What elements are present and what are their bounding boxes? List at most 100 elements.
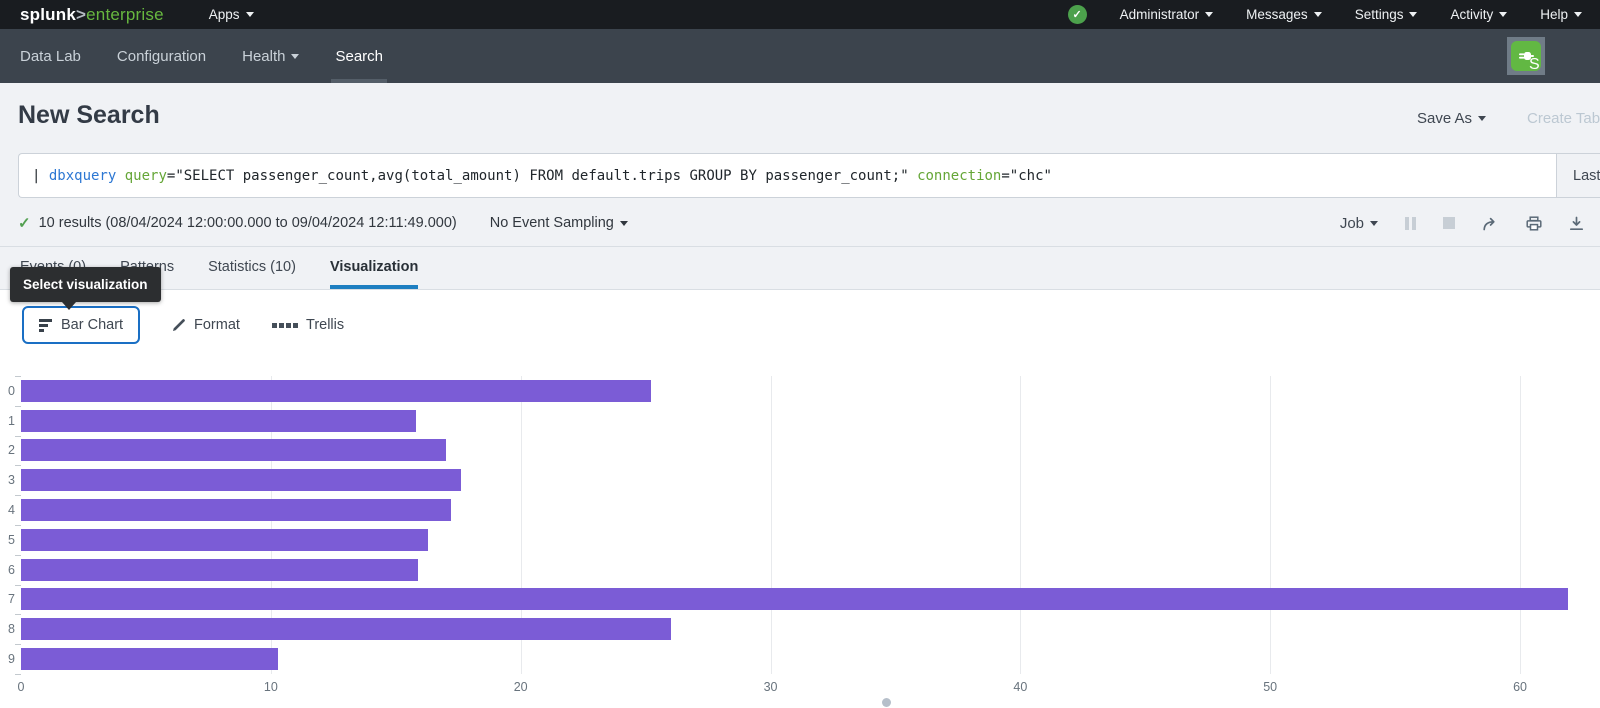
topbar-menu-settings[interactable]: Settings (1355, 7, 1418, 22)
y-axis-category-label: 3 (0, 473, 15, 487)
query-token-command: dbxquery (49, 168, 116, 184)
bar-chart-icon (39, 319, 52, 332)
share-icon[interactable] (1482, 216, 1499, 231)
format-label: Format (194, 317, 240, 333)
y-axis-category-label: 8 (0, 622, 15, 636)
x-axis-tick-label: 0 (18, 680, 25, 694)
topbar-menu-administrator[interactable]: Administrator (1120, 7, 1214, 22)
logo-enterprise-text: enterprise (86, 5, 164, 24)
menu-label: Messages (1246, 7, 1308, 22)
logo-gt: > (76, 5, 86, 24)
results-bar: ✓ 10 results (08/04/2024 12:00:00.000 to… (0, 200, 1600, 247)
chevron-down-icon (1314, 12, 1322, 17)
topbar-menu-help[interactable]: Help (1540, 7, 1582, 22)
chart-type-label: Bar Chart (61, 317, 123, 333)
bar[interactable] (21, 588, 1568, 610)
x-axis-tick-label: 60 (1513, 680, 1527, 694)
download-icon[interactable] (1569, 216, 1584, 231)
menu-label: Activity (1450, 7, 1493, 22)
stop-icon[interactable] (1443, 217, 1455, 229)
nav-item-label: Data Lab (20, 48, 81, 65)
nav-item-search[interactable]: Search (335, 29, 383, 83)
event-sampling-menu[interactable]: No Event Sampling (490, 215, 628, 231)
page-title: New Search (18, 101, 160, 130)
check-circle-icon: ✓ (1068, 5, 1087, 24)
trellis-grid-icon (272, 323, 298, 328)
bar-row: 8 (0, 614, 1600, 644)
trellis-label: Trellis (306, 317, 344, 333)
y-axis-category-label: 1 (0, 414, 15, 428)
chevron-down-icon (1574, 12, 1582, 17)
chevron-down-icon (1499, 12, 1507, 17)
topbar-menu-messages[interactable]: Messages (1246, 7, 1322, 22)
splunk-logo: splunk>enterprise (20, 5, 164, 25)
trellis-button[interactable]: Trellis (272, 306, 344, 344)
bar[interactable] (21, 618, 671, 640)
cursor-dot (882, 698, 891, 707)
bar[interactable] (21, 439, 446, 461)
create-tab-button[interactable]: Create Tab (1527, 110, 1600, 127)
format-button[interactable]: Format (172, 306, 240, 344)
bar-row: 1 (0, 406, 1600, 436)
chevron-down-icon (1478, 116, 1486, 121)
job-menu[interactable]: Job (1340, 215, 1378, 232)
y-axis-category-label: 6 (0, 563, 15, 577)
success-check-icon: ✓ (18, 214, 31, 232)
tooltip-caret (62, 302, 76, 310)
bar-row: 4 (0, 495, 1600, 525)
x-axis-tick-label: 40 (1013, 680, 1027, 694)
bar-row: 3 (0, 465, 1600, 495)
chart-type-button[interactable]: Bar Chart (22, 306, 140, 344)
pause-icon[interactable] (1405, 217, 1416, 230)
topbar-menu-activity[interactable]: Activity (1450, 7, 1507, 22)
y-axis-category-label: 7 (0, 592, 15, 606)
app-icon-tile[interactable]: S (1507, 37, 1545, 75)
menu-label: Administrator (1120, 7, 1200, 22)
search-bar: | dbxquery query="SELECT passenger_count… (18, 153, 1600, 198)
nav-item-label: Configuration (117, 48, 206, 65)
results-summary: 10 results (08/04/2024 12:00:00.000 to 0… (39, 215, 457, 231)
app-name-cut: S (1529, 56, 1559, 74)
print-icon[interactable] (1526, 216, 1542, 231)
menu-label: Help (1540, 7, 1568, 22)
bar[interactable] (21, 529, 428, 551)
bar[interactable] (21, 469, 461, 491)
bar-row: 6 (0, 555, 1600, 585)
bar[interactable] (21, 410, 416, 432)
query-token-plain (116, 168, 124, 184)
bar[interactable] (21, 380, 651, 402)
bar-row: 5 (0, 525, 1600, 555)
results-tabs: Events (0)PatternsStatistics (10)Visuali… (0, 247, 1600, 290)
y-axis-category-label: 5 (0, 533, 15, 547)
chevron-down-icon (1205, 12, 1213, 17)
x-axis-tick-label: 30 (764, 680, 778, 694)
time-range-label: Last (1573, 168, 1600, 184)
bar[interactable] (21, 559, 418, 581)
y-axis-category-label: 0 (0, 384, 15, 398)
job-menu-label: Job (1340, 215, 1364, 232)
nav-item-health[interactable]: Health (242, 29, 299, 83)
create-tab-label: Create Tab (1527, 110, 1600, 127)
bar-row: 0 (0, 376, 1600, 406)
tab-visualization[interactable]: Visualization (330, 259, 418, 289)
nav-item-configuration[interactable]: Configuration (117, 29, 206, 83)
y-axis-tick (15, 674, 21, 675)
bar[interactable] (21, 499, 451, 521)
event-sampling-label: No Event Sampling (490, 215, 614, 231)
bar-row: 7 (0, 585, 1600, 615)
apps-menu[interactable]: Apps (209, 7, 254, 22)
tab-statistics-10[interactable]: Statistics (10) (208, 259, 296, 289)
x-axis-tick-label: 20 (514, 680, 528, 694)
nav-item-label: Health (242, 48, 285, 65)
y-axis-category-label: 4 (0, 503, 15, 517)
query-token-plain (909, 168, 917, 184)
query-token-plain: ="SELECT passenger_count,avg(total_amoun… (167, 168, 909, 184)
nav-item-label: Search (335, 48, 383, 65)
nav-item-data-lab[interactable]: Data Lab (20, 29, 81, 83)
query-token-plain: ="chc" (1001, 168, 1052, 184)
time-range-picker[interactable]: Last (1556, 154, 1600, 197)
save-as-button[interactable]: Save As (1417, 110, 1486, 127)
bar[interactable] (21, 648, 278, 670)
search-input[interactable]: | dbxquery query="SELECT passenger_count… (19, 168, 1052, 184)
query-token-argument: query (125, 168, 167, 184)
